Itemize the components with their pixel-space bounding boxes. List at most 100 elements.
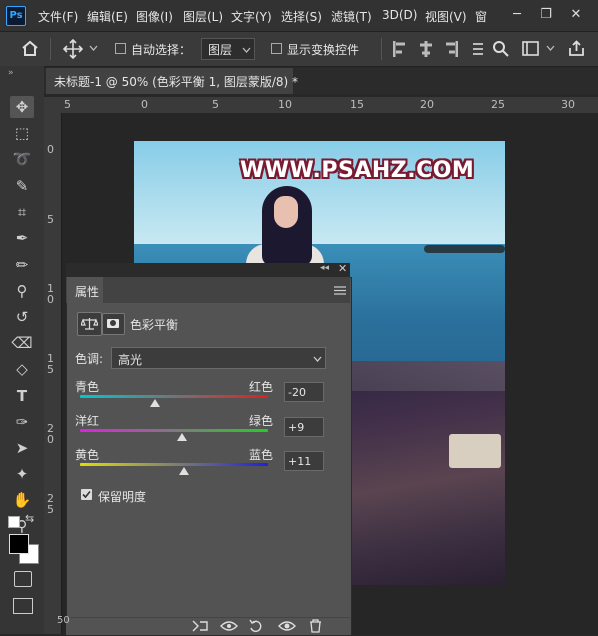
layer-mask-icon[interactable] xyxy=(102,313,125,335)
align-center-icon[interactable] xyxy=(418,41,434,57)
view-previous-icon[interactable] xyxy=(220,620,238,632)
menu-bar: Ps 文件(F) 编辑(E) 图像(I) 图层(L) 文字(Y) 选择(S) 滤… xyxy=(0,0,598,32)
chevron-down-icon xyxy=(242,47,251,53)
share-icon[interactable] xyxy=(568,40,585,57)
ruler-tick: 0 xyxy=(141,98,148,111)
move-tool-icon[interactable] xyxy=(63,39,83,59)
distribute-icon[interactable] xyxy=(473,42,491,56)
slider-right-label: 蓝色 xyxy=(249,448,274,462)
properties-footer xyxy=(66,617,350,635)
close-icon[interactable]: ✕ xyxy=(566,5,586,25)
marquee-tool-icon[interactable]: ⬚ xyxy=(10,122,34,144)
align-right-icon[interactable] xyxy=(444,41,458,57)
menu-window[interactable]: 窗 xyxy=(475,8,487,25)
shape-tool-icon[interactable]: ✦ xyxy=(10,463,34,485)
home-icon[interactable] xyxy=(21,40,39,57)
yellow-blue-slider-thumb[interactable] xyxy=(179,467,190,475)
lasso-tool-icon[interactable]: ➰ xyxy=(10,148,34,170)
menu-layer[interactable]: 图层(L) xyxy=(183,8,223,25)
properties-tab[interactable]: 属性 xyxy=(67,277,103,304)
type-tool-icon[interactable]: T xyxy=(10,385,34,407)
concrete-block xyxy=(449,434,501,468)
search-icon[interactable] xyxy=(492,40,509,57)
ruler-tick: 1 5 xyxy=(47,352,54,376)
magenta-green-value-input[interactable]: +9 xyxy=(284,417,324,437)
properties-panel-header[interactable]: ◂◂ ✕ xyxy=(66,262,350,277)
delete-icon[interactable] xyxy=(309,619,322,633)
eyedropper-tool-icon[interactable]: ✒ xyxy=(10,227,34,249)
magenta-green-slider-thumb[interactable] xyxy=(177,433,188,441)
visibility-eye-icon[interactable] xyxy=(278,620,296,632)
properties-tab-bar xyxy=(66,277,350,303)
menu-edit[interactable]: 编辑(E) xyxy=(87,8,128,25)
menu-type[interactable]: 文字(Y) xyxy=(231,8,272,25)
crop-tool-icon[interactable]: ⌗ xyxy=(10,201,34,223)
eraser-tool-icon[interactable]: ⌫ xyxy=(10,332,34,354)
slider-left-label: 黄色 xyxy=(75,448,100,462)
tone-label: 色调: xyxy=(75,352,104,366)
tools-panel: » ✥ ⬚ ➰ ✎ ⌗ ✒ ✏ ⚲ ↺ ⌫ ◇ T ✑ ➤ ✦ ✋ ⚲ ••• … xyxy=(0,66,45,634)
adjustment-label: 色彩平衡 xyxy=(130,318,179,332)
menu-view[interactable]: 视图(V) xyxy=(425,8,467,25)
align-left-icon[interactable] xyxy=(393,41,407,57)
tone-value: 高光 xyxy=(118,353,143,367)
restore-icon[interactable]: ❐ xyxy=(536,5,556,25)
menu-filter[interactable]: 滤镜(T) xyxy=(331,8,372,25)
chevron-down-icon[interactable] xyxy=(546,45,555,51)
photoshop-logo: Ps xyxy=(6,6,26,26)
workspace-icon[interactable] xyxy=(522,41,539,56)
auto-select-dropdown[interactable]: 图层 xyxy=(201,38,255,60)
watermark-text: WWW.PSAHZ.COM xyxy=(240,158,475,183)
vertical-ruler: 0 5 1 0 1 5 2 0 2 5 xyxy=(44,113,62,634)
minimize-icon[interactable]: ─ xyxy=(507,5,527,25)
chevron-down-icon xyxy=(313,356,322,362)
quick-select-tool-icon[interactable]: ✎ xyxy=(10,175,34,197)
preserve-luminosity-checkbox[interactable] xyxy=(81,489,92,500)
panel-menu-icon[interactable] xyxy=(334,286,346,295)
close-panel-icon[interactable]: ✕ xyxy=(338,262,347,275)
auto-select-checkbox[interactable] xyxy=(115,43,126,54)
history-brush-tool-icon[interactable]: ↺ xyxy=(10,306,34,328)
paint-bucket-tool-icon[interactable]: ◇ xyxy=(10,358,34,380)
cyan-red-slider-thumb[interactable] xyxy=(150,399,161,407)
ruler-corner xyxy=(44,97,62,113)
color-balance-adjustment-icon[interactable] xyxy=(77,312,102,336)
ruler-tick: 2 0 xyxy=(47,422,54,446)
path-select-tool-icon[interactable]: ➤ xyxy=(10,437,34,459)
stamp-tool-icon[interactable]: ⚲ xyxy=(10,280,34,302)
cyan-red-value-input[interactable]: -20 xyxy=(284,382,324,402)
ruler-tick: 5 xyxy=(64,98,71,111)
sky-region xyxy=(134,141,505,244)
balance-scale-icon xyxy=(81,318,98,330)
chevron-down-icon[interactable] xyxy=(89,45,98,51)
menu-3d[interactable]: 3D(D) xyxy=(382,8,417,22)
show-transform-checkbox[interactable] xyxy=(271,43,282,54)
brush-tool-icon[interactable]: ✏ xyxy=(10,254,34,276)
horizontal-ruler: 5 0 5 10 15 20 25 30 xyxy=(62,97,598,114)
collapse-icon[interactable]: » xyxy=(8,68,14,78)
default-colors-icon[interactable] xyxy=(8,516,20,528)
cyan-red-track[interactable] xyxy=(80,395,268,398)
tone-select[interactable]: 高光 xyxy=(111,347,326,369)
move-tool-icon[interactable]: ✥ xyxy=(10,96,34,118)
magenta-green-track[interactable] xyxy=(80,429,268,432)
ruler-tick: 15 xyxy=(350,98,364,111)
reset-icon[interactable] xyxy=(249,619,263,633)
yellow-blue-track[interactable] xyxy=(80,463,268,466)
ruler-tick: 0 xyxy=(47,143,54,156)
menu-select[interactable]: 选择(S) xyxy=(281,8,322,25)
document-tab[interactable]: 未标题-1 @ 50% (色彩平衡 1, 图层蒙版/8) * xyxy=(46,68,298,94)
screen-mode-icon[interactable] xyxy=(13,598,33,614)
yellow-blue-value-input[interactable]: +11 xyxy=(284,451,324,471)
menu-file[interactable]: 文件(F) xyxy=(38,8,78,25)
quick-mask-icon[interactable] xyxy=(14,571,32,587)
clip-to-layer-icon[interactable] xyxy=(192,620,208,632)
foreground-color-swatch[interactable] xyxy=(9,534,29,554)
swap-colors-icon[interactable]: ⇆ xyxy=(25,512,34,525)
pen-tool-icon[interactable]: ✑ xyxy=(10,411,34,433)
menu-image[interactable]: 图像(I) xyxy=(136,8,173,25)
hand-tool-icon[interactable]: ✋ xyxy=(10,489,34,511)
collapse-panel-icon[interactable]: ◂◂ xyxy=(320,263,329,273)
mask-circle xyxy=(110,320,116,326)
checkmark-icon xyxy=(82,490,91,499)
